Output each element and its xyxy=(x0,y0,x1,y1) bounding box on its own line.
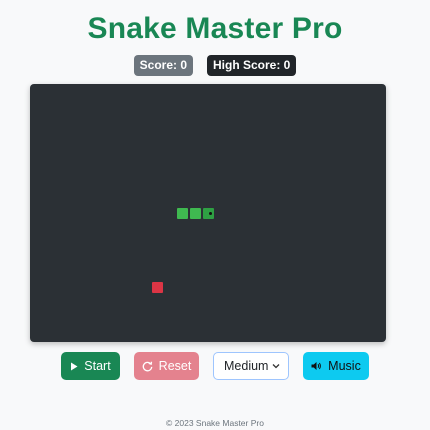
reset-button[interactable]: Reset xyxy=(134,352,199,380)
snake-eye xyxy=(209,212,212,215)
controls-bar: Start Reset Medium Music xyxy=(0,352,430,380)
page-title: Snake Master Pro xyxy=(87,12,343,45)
score-badge: Score: 0 xyxy=(133,55,193,76)
snake-segment xyxy=(177,208,188,219)
food-item xyxy=(152,282,163,293)
game-board[interactable] xyxy=(30,84,386,342)
speaker-icon xyxy=(311,361,322,371)
start-button-label: Start xyxy=(84,359,111,373)
difficulty-select[interactable]: Medium xyxy=(213,352,289,380)
reset-button-label: Reset xyxy=(158,359,192,373)
play-icon xyxy=(70,362,78,371)
page: Snake Master Pro Score: 0 High Score: 0 … xyxy=(0,0,430,430)
music-button-label: Music xyxy=(328,359,361,373)
chevron-down-icon xyxy=(272,363,280,369)
music-button[interactable]: Music xyxy=(303,352,369,380)
scoreboard: Score: 0 High Score: 0 xyxy=(0,55,430,76)
footer-copyright: © 2023 Snake Master Pro xyxy=(166,418,264,428)
difficulty-selected-value: Medium xyxy=(224,359,269,373)
high-score-badge: High Score: 0 xyxy=(207,55,297,76)
snake-segment xyxy=(190,208,201,219)
start-button[interactable]: Start xyxy=(61,352,120,380)
reset-icon xyxy=(142,361,153,372)
snake-head xyxy=(203,208,214,219)
